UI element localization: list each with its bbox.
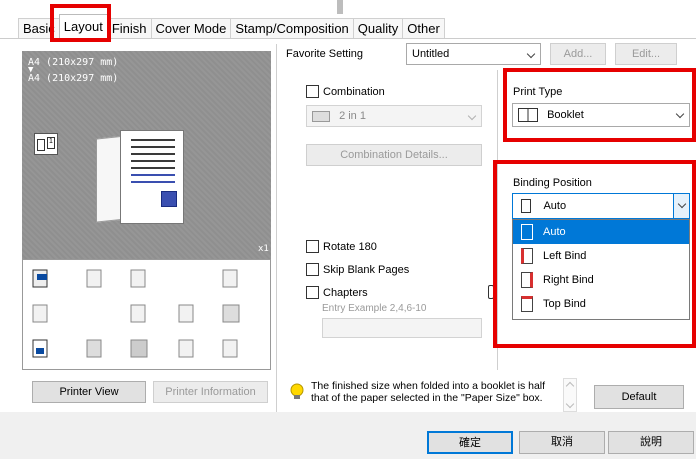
rotate-180-checkbox[interactable]: Rotate 180 bbox=[306, 240, 377, 253]
chevron-down-icon bbox=[526, 49, 536, 59]
ok-button[interactable]: 確定 bbox=[427, 431, 513, 454]
binding-option-auto[interactable]: Auto bbox=[513, 220, 689, 244]
preview-paper-size: A4 (210x297 mm) bbox=[28, 73, 119, 84]
tab-basic[interactable]: Basic bbox=[18, 18, 60, 38]
chevron-down-icon bbox=[677, 199, 687, 209]
rotate-180-label: Rotate 180 bbox=[323, 240, 377, 253]
combination-details-button[interactable]: Combination Details... bbox=[306, 144, 482, 166]
chevron-down-icon bbox=[565, 399, 575, 409]
binding-option-top[interactable]: Top Bind bbox=[513, 292, 689, 316]
print-type-label: Print Type bbox=[513, 86, 563, 98]
print-type-select[interactable]: Booklet bbox=[512, 103, 690, 127]
top-bind-icon bbox=[521, 296, 533, 312]
default-button[interactable]: Default bbox=[594, 385, 684, 409]
chapters-example-hint: Entry Example 2,4,6-10 bbox=[322, 303, 427, 314]
binding-position-select[interactable]: Auto bbox=[512, 193, 690, 219]
checkbox-box bbox=[306, 263, 319, 276]
tab-list: Basic Layout Finish Cover Mode Stamp/Com… bbox=[18, 14, 445, 38]
chevron-up-icon bbox=[565, 381, 575, 391]
binding-position-value: Auto bbox=[543, 200, 567, 212]
tab-stamp-composition[interactable]: Stamp/Composition bbox=[230, 18, 354, 38]
tab-quality[interactable]: Quality bbox=[352, 18, 404, 38]
binding-position-label: Binding Position bbox=[513, 177, 592, 189]
printer-information-button[interactable]: Printer Information bbox=[153, 381, 268, 403]
booklet-front-page bbox=[120, 130, 184, 224]
chevron-down-icon bbox=[467, 111, 477, 121]
tab-layout[interactable]: Layout bbox=[58, 14, 108, 38]
window-edge-mark bbox=[337, 0, 343, 14]
printer-view-button[interactable]: Printer View bbox=[32, 381, 146, 403]
booklet-size-hint: The finished size when folded into a boo… bbox=[311, 380, 546, 404]
option-label: Right Bind bbox=[543, 274, 594, 286]
binding-auto-icon bbox=[521, 199, 531, 214]
favorite-edit-button[interactable]: Edit... bbox=[615, 43, 677, 65]
favorite-setting-value: Untitled bbox=[412, 48, 450, 60]
booklet-icon bbox=[518, 108, 538, 123]
checkbox-box bbox=[306, 286, 319, 299]
combination-label: Combination bbox=[323, 85, 385, 98]
tab-finish[interactable]: Finish bbox=[106, 18, 152, 38]
skip-blank-pages-label: Skip Blank Pages bbox=[323, 263, 410, 276]
skip-blank-pages-checkbox[interactable]: Skip Blank Pages bbox=[306, 263, 409, 276]
binding-option-right[interactable]: Right Bind bbox=[513, 268, 689, 292]
combination-select[interactable]: 2 in 1 bbox=[306, 105, 482, 127]
option-label: Top Bind bbox=[543, 298, 586, 310]
function-icon-panel bbox=[22, 259, 271, 370]
favorite-add-button[interactable]: Add... bbox=[550, 43, 606, 65]
lightbulb-icon bbox=[289, 383, 305, 401]
booklet-grid-icon bbox=[161, 191, 177, 207]
binding-auto-icon bbox=[521, 224, 533, 240]
pane-divider bbox=[276, 44, 277, 412]
chapters-label: Chapters bbox=[323, 286, 368, 299]
dropdown-toggle[interactable] bbox=[673, 194, 689, 218]
favorite-setting-label: Favorite Setting bbox=[286, 48, 364, 60]
tab-other[interactable]: Other bbox=[402, 18, 445, 38]
right-bind-icon bbox=[521, 272, 533, 288]
combination-checkbox[interactable]: Combination bbox=[306, 85, 385, 98]
chapters-input[interactable] bbox=[322, 318, 482, 338]
preview-copy-count: x1 bbox=[258, 244, 269, 254]
combination-value: 2 in 1 bbox=[339, 110, 366, 122]
preview-output-size: A4 (210x297 mm) bbox=[28, 57, 119, 68]
mini-pages-icon: 1 bbox=[34, 133, 58, 155]
chevron-down-icon bbox=[675, 109, 685, 119]
option-label: Left Bind bbox=[543, 250, 587, 262]
favorite-setting-select[interactable]: Untitled bbox=[406, 43, 541, 65]
left-bind-icon bbox=[521, 248, 533, 264]
option-label: Auto bbox=[543, 226, 566, 238]
chapters-setting-icon[interactable] bbox=[488, 285, 494, 299]
help-button[interactable]: 說明 bbox=[608, 431, 694, 454]
print-type-value: Booklet bbox=[547, 109, 584, 121]
settings-divider bbox=[497, 70, 498, 370]
two-in-one-icon bbox=[312, 110, 330, 122]
hint-scrollbar[interactable] bbox=[563, 378, 577, 412]
checkbox-box bbox=[306, 240, 319, 253]
cancel-button[interactable]: 取消 bbox=[519, 431, 605, 454]
binding-position-list: Auto Left Bind Right Bind Top Bind bbox=[512, 219, 690, 320]
checkbox-box bbox=[306, 85, 319, 98]
mini-page-number: 1 bbox=[47, 137, 55, 149]
binding-option-left[interactable]: Left Bind bbox=[513, 244, 689, 268]
chapters-checkbox[interactable]: Chapters bbox=[306, 286, 368, 299]
tab-cover-mode[interactable]: Cover Mode bbox=[150, 18, 232, 38]
